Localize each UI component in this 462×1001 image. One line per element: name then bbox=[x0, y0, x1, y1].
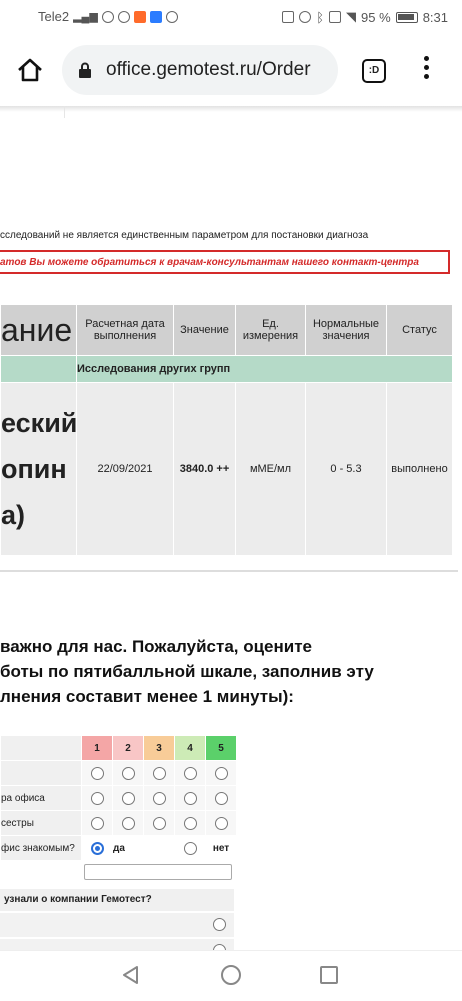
result-unit: мМЕ/мл bbox=[235, 382, 306, 556]
group-title: Исследования других групп bbox=[76, 355, 453, 383]
col-header-name: ание bbox=[0, 304, 77, 356]
list-item bbox=[0, 913, 234, 937]
group-row: Исследования других групп bbox=[0, 355, 453, 383]
source-radio[interactable] bbox=[213, 918, 226, 931]
lock-icon bbox=[79, 62, 91, 78]
back-icon[interactable] bbox=[121, 965, 141, 985]
battery-percent: 95 % bbox=[361, 9, 391, 25]
app-orange-icon bbox=[133, 10, 146, 23]
rating-radio[interactable] bbox=[214, 791, 228, 805]
rating-radio[interactable] bbox=[121, 816, 135, 830]
browser-toolbar: office.gemotest.ru/Order :D bbox=[0, 34, 462, 106]
rating-radio[interactable] bbox=[90, 816, 104, 830]
rating-radio[interactable] bbox=[183, 791, 197, 805]
test-name: еский опин а) bbox=[0, 382, 77, 556]
rating-radio[interactable] bbox=[121, 766, 135, 780]
scale-1: 1 bbox=[81, 735, 113, 761]
eye-icon bbox=[101, 10, 114, 23]
clock: 8:31 bbox=[422, 9, 448, 25]
wifi-icon: ◥ bbox=[346, 9, 357, 24]
scale-5: 5 bbox=[205, 735, 237, 761]
rating-radio[interactable] bbox=[152, 766, 166, 780]
rating-radio[interactable] bbox=[152, 816, 166, 830]
alarm-icon bbox=[299, 11, 312, 23]
rating-radio[interactable] bbox=[183, 766, 197, 780]
rating-radio[interactable] bbox=[214, 816, 228, 830]
no-radio[interactable] bbox=[183, 841, 197, 855]
col-header-norm: Нормальные значения bbox=[305, 304, 387, 356]
consultant-alert: атов Вы можете обратиться к врачам-консу… bbox=[0, 250, 450, 274]
rating-radio[interactable] bbox=[183, 816, 197, 830]
status-bar: Tele2 ▂▄▆ ᛒ ◥ 95 % 8:31 bbox=[0, 0, 462, 34]
col-header-value: Значение bbox=[173, 304, 236, 356]
rating-label bbox=[0, 760, 82, 786]
survey-title: важно для нас. Пожалуйста, оцените боты … bbox=[0, 637, 374, 706]
scale-4: 4 bbox=[174, 735, 206, 761]
scale-3: 3 bbox=[143, 735, 175, 761]
result-date: 22/09/2021 bbox=[76, 382, 174, 556]
rating-scale-row: 1 2 3 4 5 bbox=[0, 735, 237, 761]
rating-radio[interactable] bbox=[214, 766, 228, 780]
carrier-name: Tele2 bbox=[38, 9, 70, 24]
table-header-row: ание Расчетная дата выполнения Значение … bbox=[0, 304, 453, 356]
recent-apps-icon[interactable] bbox=[320, 966, 338, 984]
col-header-status: Статус bbox=[386, 304, 453, 356]
yes-radio[interactable] bbox=[90, 841, 104, 855]
alert-text: атов Вы можете обратиться к врачам-консу… bbox=[0, 257, 419, 268]
home-nav-icon[interactable] bbox=[221, 965, 241, 985]
bluetooth-icon: ᛒ bbox=[316, 9, 325, 25]
familiar-row: фис знакомым? да нет bbox=[0, 835, 237, 861]
result-status: выполнено bbox=[386, 382, 453, 556]
familiar-question: фис знакомым? bbox=[0, 835, 82, 861]
card-divider bbox=[0, 570, 458, 572]
result-value: 3840.0 ++ bbox=[173, 382, 236, 556]
col-header-unit: Ед. измерения bbox=[235, 304, 306, 356]
rating-radio[interactable] bbox=[90, 766, 104, 780]
rating-row: ра офиса bbox=[0, 785, 237, 811]
rating-radio[interactable] bbox=[121, 791, 135, 805]
viber-icon bbox=[165, 10, 178, 23]
app-blue-icon bbox=[149, 10, 162, 23]
tab-switcher-button[interactable]: :D bbox=[362, 59, 386, 83]
home-icon[interactable] bbox=[16, 56, 44, 84]
rating-row bbox=[0, 760, 237, 786]
address-bar[interactable]: office.gemotest.ru/Order bbox=[62, 45, 338, 95]
disclaimer-note: сследований не является единственным пар… bbox=[0, 230, 369, 241]
results-table: ание Расчетная дата выполнения Значение … bbox=[0, 304, 453, 556]
nfc-icon bbox=[282, 11, 295, 23]
system-nav-bar bbox=[0, 950, 462, 1001]
comment-input[interactable] bbox=[84, 864, 232, 880]
result-norm: 0 - 5.3 bbox=[305, 382, 387, 556]
page-header-strip bbox=[0, 106, 65, 118]
col-header-date: Расчетная дата выполнения bbox=[76, 304, 174, 356]
rating-radio[interactable] bbox=[90, 791, 104, 805]
no-label: нет bbox=[205, 835, 237, 861]
rating-label: ра офиса bbox=[0, 785, 82, 811]
rating-radio[interactable] bbox=[152, 791, 166, 805]
source-question: узнали о компании Гемотест? bbox=[0, 889, 234, 911]
rating-grid: 1 2 3 4 5 ра офиса сестры фис знакомым? … bbox=[0, 735, 240, 861]
vibrate-icon bbox=[329, 11, 342, 23]
table-row: еский опин а) 22/09/2021 3840.0 ++ мМЕ/м… bbox=[0, 382, 453, 556]
more-menu-icon[interactable] bbox=[420, 56, 432, 86]
url-text: office.gemotest.ru/Order bbox=[106, 59, 311, 80]
toolbar-divider bbox=[0, 106, 462, 112]
battery-icon bbox=[395, 11, 418, 23]
app-icon bbox=[117, 10, 130, 23]
scale-2: 2 bbox=[112, 735, 144, 761]
yes-label: да bbox=[112, 835, 144, 861]
rating-row: сестры bbox=[0, 810, 237, 836]
signal-icon: ▂▄▆ bbox=[73, 11, 98, 23]
rating-label: сестры bbox=[0, 810, 82, 836]
